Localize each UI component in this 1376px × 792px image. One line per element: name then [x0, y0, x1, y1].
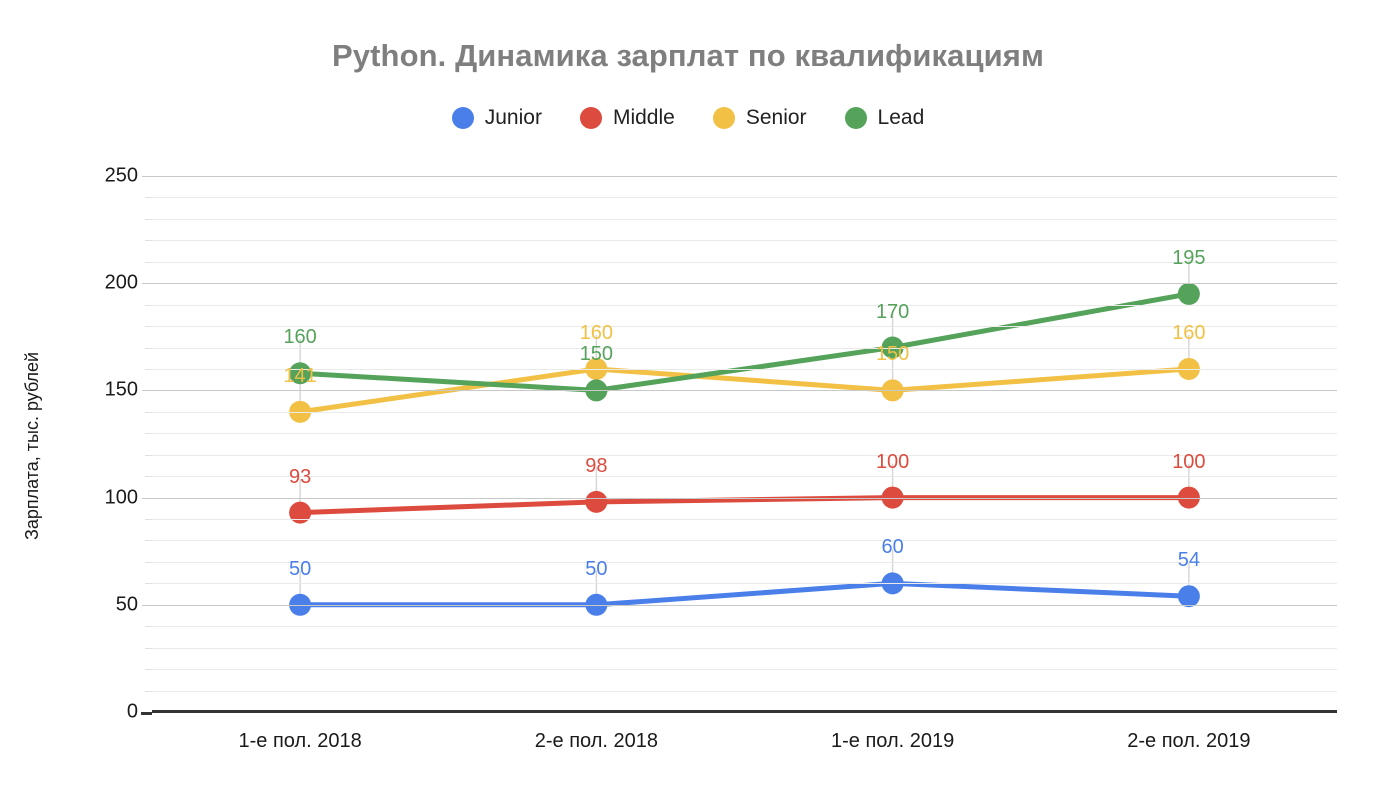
gridline-minor [152, 368, 1337, 370]
series-lines [289, 259, 1200, 616]
legend-label: Senior [745, 106, 807, 129]
x-axis-category-label: 2-е пол. 2018 [534, 730, 659, 752]
data-point-lead[interactable] [289, 362, 312, 385]
gridline-minor [152, 519, 1337, 521]
y-tick-mark [142, 390, 152, 392]
plot-area: 0 50 100 150 200 250 1-е пол. 2018 2-е пол. 201… [105, 165, 1337, 752]
legend-color-swatch-senior [712, 107, 735, 129]
y-axis-tick-label: 0 [126, 700, 138, 723]
y-tick-mark [145, 476, 152, 478]
y-tick-mark [145, 626, 152, 628]
y-axis-tick-label: 50 [115, 593, 138, 616]
gridline-major [152, 497, 1337, 499]
gridline-minor [152, 197, 1337, 199]
x-axis-line [152, 710, 1337, 713]
legend-color-swatch-lead [844, 107, 867, 129]
series-line-junior[interactable] [297, 580, 1192, 608]
y-tick-mark [142, 283, 152, 285]
gridline-minor [152, 454, 1337, 456]
legend-color-swatch-middle [579, 107, 602, 129]
y-tick-mark [145, 304, 152, 306]
y-tick-mark [145, 540, 152, 542]
y-tick-mark [145, 583, 152, 585]
y-tick-mark [145, 218, 152, 220]
x-axis-category-label: 1-е пол. 2019 [830, 730, 955, 752]
y-tick-mark [145, 197, 152, 199]
gridline-minor [152, 626, 1337, 628]
gridline-minor [152, 411, 1337, 413]
y-tick-mark [142, 176, 152, 177]
y-tick-mark [142, 497, 152, 499]
gridline-minor [152, 347, 1337, 349]
data-point-middle[interactable] [289, 501, 312, 524]
y-tick-mark [145, 690, 152, 692]
y-tick-mark [145, 261, 152, 263]
legend-item-junior[interactable]: Junior [451, 106, 542, 130]
gridline-minor [152, 647, 1337, 649]
legend-color-swatch-junior [451, 107, 474, 129]
gridline-minor [152, 326, 1337, 328]
gridline-major [152, 283, 1337, 285]
data-point-lead[interactable] [1177, 282, 1200, 305]
series-line-middle[interactable] [297, 495, 1192, 516]
gridline-minor [152, 561, 1337, 563]
legend-item-senior[interactable]: Senior [712, 106, 807, 130]
chart-title: Python. Динамика зарплат по квалификация… [332, 38, 1044, 73]
gridline-minor [152, 261, 1337, 263]
y-axis-tick-label: 100 [104, 486, 138, 509]
y-tick-mark [145, 669, 152, 671]
y-tick-mark [142, 604, 152, 606]
gridline-minor [152, 304, 1337, 306]
y-axis-title-text: Зарплата, тыс. рублей [22, 351, 42, 541]
y-tick-mark [145, 347, 152, 349]
y-tick-mark [145, 411, 152, 413]
y-axis-title: Зарплата, тыс. рублей [22, 26, 43, 540]
gridline-minor [152, 476, 1337, 478]
y-tick-mark [145, 368, 152, 370]
y-axis-tick-label: 250 [104, 164, 138, 187]
x-axis-category-label: 2-е пол. 2019 [1127, 730, 1251, 752]
x-axis-category-label: 1-е пол. 2018 [238, 730, 362, 752]
series-line-lead[interactable] [297, 291, 1192, 393]
y-axis-tick-label: 200 [104, 271, 138, 294]
legend-label: Lead [877, 106, 925, 129]
y-tick-mark [145, 561, 152, 563]
y-tick-mark [145, 647, 152, 649]
legend-label: Middle [612, 106, 675, 129]
gridline-major [152, 604, 1337, 606]
gridline-major [152, 176, 1337, 177]
legend-item-lead[interactable]: Lead [844, 106, 925, 130]
gridline-minor [152, 240, 1337, 242]
y-tick-mark [145, 326, 152, 328]
chart-legend: Junior Middle Senior Lead [0, 106, 1376, 130]
gridline-minor [152, 218, 1337, 220]
chart-container: Python. Динамика зарплат по квалификация… [0, 0, 1376, 792]
gridline-major [152, 390, 1337, 392]
legend-label: Junior [484, 106, 542, 129]
gridline-minor [152, 690, 1337, 692]
y-tick-mark [141, 712, 152, 715]
y-tick-mark [145, 240, 152, 242]
y-tick-mark [145, 433, 152, 435]
y-tick-mark [145, 454, 152, 456]
gridline-minor [152, 669, 1337, 671]
gridline-minor [152, 433, 1337, 435]
gridline-minor [152, 540, 1337, 542]
data-point-middle[interactable] [585, 490, 608, 513]
y-tick-mark [145, 519, 152, 521]
y-axis-tick-label: 150 [104, 378, 138, 401]
legend-item-middle[interactable]: Middle [579, 106, 675, 130]
gridline-minor [152, 583, 1337, 585]
